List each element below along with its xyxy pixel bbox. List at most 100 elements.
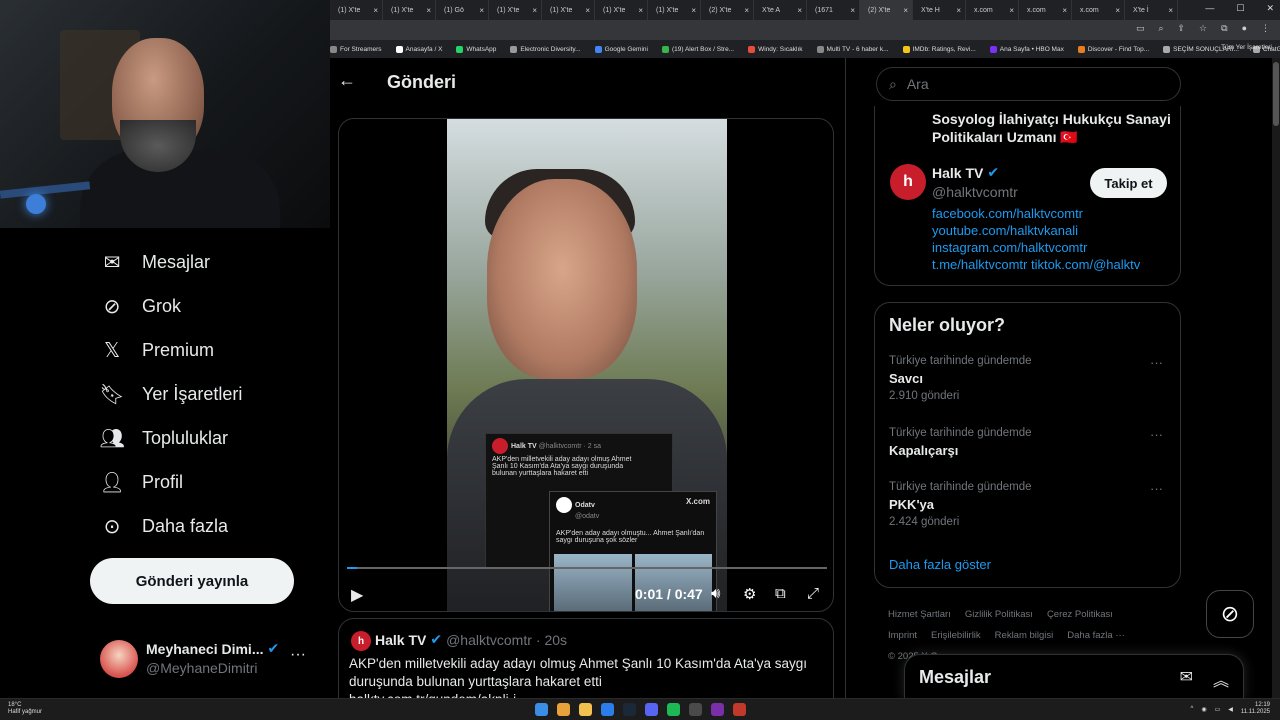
bio-link[interactable]: t.me/halktvcomtr tiktok.com/@halktv bbox=[932, 257, 1140, 272]
browser-tab[interactable]: (1) X'te × bbox=[330, 0, 383, 20]
browser-tab[interactable]: (1) X'te × bbox=[595, 0, 648, 20]
browser-tab[interactable]: (1671 × bbox=[807, 0, 860, 20]
clock[interactable]: 12:19 11.11.2025 bbox=[1241, 702, 1270, 716]
footer-link[interactable]: Imprint bbox=[888, 630, 917, 641]
app-icon[interactable] bbox=[601, 703, 614, 716]
bookmark-item[interactable]: WhatsApp bbox=[456, 42, 496, 56]
close-tab-icon[interactable]: × bbox=[903, 6, 908, 15]
close-window-icon[interactable]: ✕ bbox=[1266, 3, 1274, 14]
footer-link[interactable]: Erişilebilirlik bbox=[931, 630, 981, 641]
post-button[interactable]: Gönderi yayınla bbox=[90, 558, 294, 604]
bookmark-item[interactable]: Anasayfa / X bbox=[395, 42, 442, 56]
expand-up-icon[interactable]: ︽ bbox=[1213, 667, 1229, 691]
bookmark-item[interactable]: Electronic Diversity... bbox=[510, 42, 581, 56]
all-bookmarks[interactable]: Tüm Yer İşaretleri bbox=[1221, 44, 1272, 51]
video-player[interactable]: Halk TV @halktvcomtr · 2 sa AKP'den mill… bbox=[338, 118, 834, 612]
close-tab-icon[interactable]: × bbox=[479, 6, 484, 15]
start-icon[interactable] bbox=[535, 703, 548, 716]
minimize-icon[interactable]: — bbox=[1205, 3, 1214, 14]
trend-item[interactable]: Türkiye tarihinde gündemde Kapalıçarşı ·… bbox=[889, 427, 1169, 458]
browser-tab[interactable]: (2) X'te × bbox=[860, 0, 913, 20]
settings-gear-icon[interactable]: ⚙ bbox=[743, 585, 756, 603]
new-message-icon[interactable]: ✉ bbox=[1180, 667, 1193, 691]
weather-widget[interactable]: 18°C Hafif yağmur bbox=[8, 702, 42, 716]
window-controls[interactable]: — ☐ ✕ bbox=[1205, 3, 1274, 14]
maximize-icon[interactable]: ☐ bbox=[1236, 3, 1244, 14]
nav-profile[interactable]: 👤︎ Profil bbox=[99, 470, 183, 494]
close-tab-icon[interactable]: × bbox=[850, 6, 855, 15]
browser-tab[interactable]: X'te H × bbox=[913, 0, 966, 20]
play-icon[interactable]: ▶ bbox=[351, 585, 363, 605]
profile-icon[interactable]: ● bbox=[1242, 23, 1247, 34]
file-explorer-icon[interactable] bbox=[579, 703, 592, 716]
close-tab-icon[interactable]: × bbox=[1062, 6, 1067, 15]
more-icon[interactable]: ··· bbox=[1150, 427, 1163, 442]
video-progress-bar[interactable] bbox=[347, 567, 827, 569]
volume-icon[interactable]: ◀ bbox=[1228, 706, 1233, 713]
bookmark-item[interactable]: Discover - Find Top... bbox=[1077, 42, 1149, 56]
browser-tab[interactable]: (2) X'te × bbox=[701, 0, 754, 20]
search-input[interactable]: ⌕ Ara bbox=[876, 67, 1181, 101]
zoom-icon[interactable]: ⌕ bbox=[1158, 23, 1163, 34]
nav-messages[interactable]: ✉ Mesajlar bbox=[100, 250, 210, 274]
bookmark-item[interactable]: Google Gemini bbox=[594, 42, 648, 56]
bookmark-item[interactable]: (19) Alert Box / Stre... bbox=[661, 42, 734, 56]
app-icon[interactable] bbox=[689, 703, 702, 716]
browser-tab[interactable]: (1) X'te × bbox=[489, 0, 542, 20]
browser-tab[interactable]: x.com × bbox=[1072, 0, 1125, 20]
mic-icon[interactable]: ◉ bbox=[1201, 706, 1206, 713]
more-icon[interactable]: ··· bbox=[290, 646, 306, 664]
browser-tab[interactable]: X'te A × bbox=[754, 0, 807, 20]
footer-link[interactable]: Çerez Politikası bbox=[1047, 609, 1113, 620]
account-switcher[interactable]: Meyhaneci Dimi... ✔ @MeyhaneDimitri ··· bbox=[100, 636, 320, 684]
steam-icon[interactable] bbox=[623, 703, 636, 716]
more-icon[interactable]: ··· bbox=[1150, 355, 1163, 370]
network-icon[interactable]: ▭ bbox=[1215, 706, 1221, 713]
footer-link[interactable]: Reklam bilgisi bbox=[995, 630, 1054, 641]
browser-tab[interactable]: x.com × bbox=[1019, 0, 1072, 20]
nav-communities[interactable]: 👥︎ Topluluklar bbox=[99, 426, 228, 450]
discord-icon[interactable] bbox=[645, 703, 658, 716]
grok-icon[interactable]: ⊘ bbox=[1206, 590, 1254, 638]
browser-tab[interactable]: (1) Gö × bbox=[436, 0, 489, 20]
bio-link[interactable]: instagram.com/halktvcomtr bbox=[932, 240, 1087, 255]
back-arrow-icon[interactable]: ← bbox=[338, 70, 356, 91]
close-tab-icon[interactable]: × bbox=[532, 6, 537, 15]
bookmark-item[interactable]: Multi TV - 6 haber k... bbox=[816, 42, 889, 56]
bookmark-item[interactable]: Ana Sayfa • HBO Max bbox=[989, 42, 1064, 56]
nav-premium[interactable]: 𝕏 Premium bbox=[100, 338, 214, 362]
close-tab-icon[interactable]: × bbox=[956, 6, 961, 15]
browser-tab[interactable]: X'te İ × bbox=[1125, 0, 1178, 20]
close-tab-icon[interactable]: × bbox=[1168, 6, 1173, 15]
avatar[interactable]: h bbox=[890, 164, 926, 200]
scrollbar[interactable] bbox=[1272, 58, 1280, 698]
spotify-icon[interactable] bbox=[667, 703, 680, 716]
messages-dock[interactable]: Mesajlar ✉ ︽ bbox=[904, 654, 1244, 700]
fullscreen-icon[interactable]: ⤢ bbox=[807, 585, 819, 602]
bio-link[interactable]: youtube.com/halktvkanali bbox=[932, 223, 1078, 238]
nav-grok[interactable]: ⊘ Grok bbox=[100, 294, 181, 318]
bio-link[interactable]: facebook.com/halktvcomtr bbox=[932, 206, 1083, 221]
picture-in-picture-icon[interactable]: ⧉ bbox=[775, 585, 786, 602]
footer-link[interactable]: Gizlilik Politikası bbox=[965, 609, 1033, 620]
chevron-up-icon[interactable]: ^ bbox=[1190, 706, 1193, 712]
close-tab-icon[interactable]: × bbox=[1009, 6, 1014, 15]
more-icon[interactable]: ··· bbox=[1150, 481, 1163, 496]
browser-tab[interactable]: x.com × bbox=[966, 0, 1019, 20]
bookmark-item[interactable]: Windy: Sıcaklık bbox=[748, 42, 803, 56]
close-tab-icon[interactable]: × bbox=[691, 6, 696, 15]
close-tab-icon[interactable]: × bbox=[585, 6, 590, 15]
star-icon[interactable]: ☆ bbox=[1199, 23, 1207, 34]
close-tab-icon[interactable]: × bbox=[1115, 6, 1120, 15]
close-tab-icon[interactable]: × bbox=[638, 6, 643, 15]
footer-link[interactable]: Hizmet Şartları bbox=[888, 609, 951, 620]
browser-tab[interactable]: (1) X'te × bbox=[542, 0, 595, 20]
trend-item[interactable]: Türkiye tarihinde gündemde PKK'ya 2.424 … bbox=[889, 481, 1169, 528]
browser-tab[interactable]: (1) X'te × bbox=[383, 0, 436, 20]
close-tab-icon[interactable]: × bbox=[373, 6, 378, 15]
cast-icon[interactable]: ▭ bbox=[1136, 23, 1145, 34]
share-icon[interactable]: ⇪ bbox=[1178, 23, 1186, 34]
nav-more[interactable]: ⊙ Daha fazla bbox=[100, 514, 228, 538]
scrollbar-thumb[interactable] bbox=[1273, 62, 1279, 126]
bookmark-item[interactable]: For Streamers bbox=[330, 42, 382, 56]
